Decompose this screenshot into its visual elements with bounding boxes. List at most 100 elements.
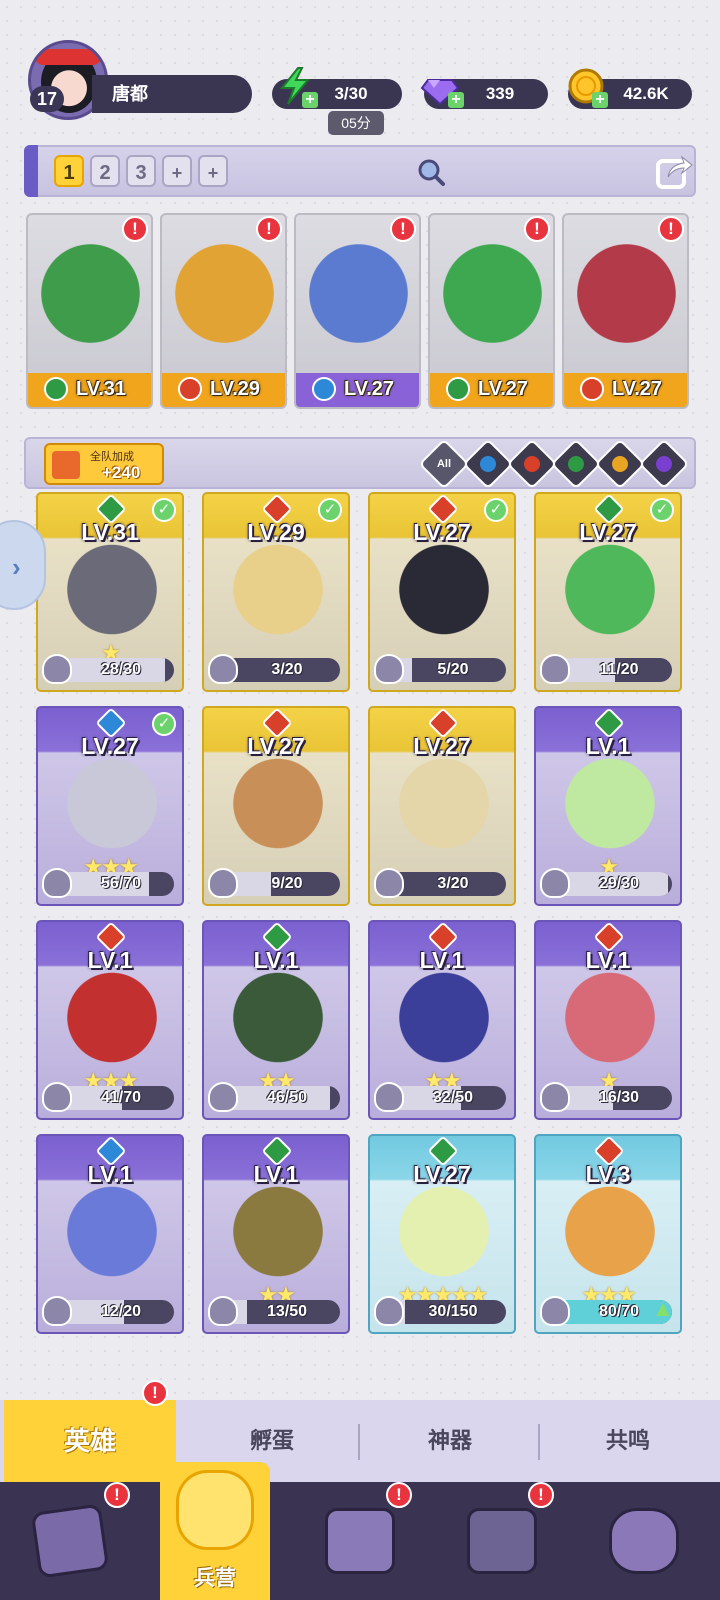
filter-dark[interactable] xyxy=(638,438,690,490)
hero-level: LV.1 xyxy=(585,733,631,759)
hero-portrait xyxy=(306,235,411,365)
fire-element-icon xyxy=(178,377,202,401)
shard-icon xyxy=(208,1296,238,1326)
hero-filter-bar: 全队加成 +240 All xyxy=(24,437,696,490)
filter-light[interactable] xyxy=(594,438,646,490)
hero-portrait xyxy=(52,540,172,650)
energy-timer: 05分 xyxy=(328,111,384,135)
hero-portrait xyxy=(574,235,679,365)
hero-portrait xyxy=(52,754,172,864)
hero-card[interactable]: LV.27 ★★★★★ 30/150 xyxy=(368,1134,516,1334)
hero-level: LV.1 xyxy=(253,1161,299,1187)
filter-all[interactable]: All xyxy=(418,438,470,490)
barracks-sub-tabs: 英雄 ! 孵蛋 神器 共鸣 xyxy=(0,1380,720,1482)
team-slot-level: LV.27 xyxy=(478,378,529,400)
nav-map[interactable] xyxy=(310,1500,410,1590)
map-book-icon xyxy=(325,1508,395,1574)
shard-icon xyxy=(540,654,570,684)
hero-level: LV.1 xyxy=(87,1161,133,1187)
hero-level: LV.1 xyxy=(419,947,465,973)
team-slot-level: LV.27 xyxy=(612,378,663,400)
water-element-icon xyxy=(476,452,500,476)
hero-card[interactable]: LV.3 ★★★ 80/70 ▲ xyxy=(534,1134,682,1334)
team-tab-2[interactable]: 2 xyxy=(90,155,120,187)
hero-card[interactable]: LV.27 11/20 ✓ xyxy=(534,492,682,692)
hero-portrait xyxy=(218,540,338,650)
tab-heroes[interactable]: 英雄 xyxy=(4,1400,176,1482)
hero-card[interactable]: LV.27 9/20 xyxy=(202,706,350,906)
hero-portrait xyxy=(550,968,670,1078)
shard-icon xyxy=(42,1082,72,1112)
team-tab-add-2[interactable]: + xyxy=(198,155,228,187)
nav-barracks-label: 兵营 xyxy=(194,1567,236,1590)
hero-level: LV.29 xyxy=(247,519,305,545)
hero-card[interactable]: LV.27 5/20 ✓ xyxy=(368,492,516,692)
hero-card[interactable]: LV.1 ★★ 13/50 xyxy=(202,1134,350,1334)
share-icon[interactable] xyxy=(654,151,694,191)
team-tab-1[interactable]: 1 xyxy=(54,155,84,187)
nav-shop[interactable] xyxy=(452,1500,552,1590)
team-slot[interactable]: LV.31 xyxy=(26,213,153,409)
filter-wind[interactable] xyxy=(550,438,602,490)
nav-map-alert: ! xyxy=(386,1482,412,1508)
team-bonus-badge[interactable]: 全队加成 +240 xyxy=(44,443,164,485)
in-team-check-icon: ✓ xyxy=(152,498,176,522)
team-slot-level: LV.27 xyxy=(344,378,395,400)
hero-card[interactable]: LV.1 ★ 29/30 xyxy=(534,706,682,906)
hero-portrait xyxy=(384,754,504,864)
in-team-check-icon: ✓ xyxy=(152,712,176,736)
nav-cards[interactable] xyxy=(20,1500,120,1590)
hero-card[interactable]: LV.1 ★★★ 41/70 xyxy=(36,920,184,1120)
team-slot[interactable]: LV.27 xyxy=(562,213,689,409)
team-tab-add-1[interactable]: + xyxy=(162,155,192,187)
chevron-right-icon: › xyxy=(12,552,21,582)
fist-icon xyxy=(176,1470,254,1550)
hero-portrait xyxy=(550,1182,670,1292)
hero-portrait xyxy=(38,235,143,365)
hero-level: LV.1 xyxy=(585,947,631,973)
add-gems-button[interactable]: + xyxy=(448,92,464,108)
filter-water[interactable] xyxy=(462,438,514,490)
shard-icon xyxy=(42,1296,72,1326)
search-icon[interactable] xyxy=(416,157,446,187)
team-slot[interactable]: LV.29 xyxy=(160,213,287,409)
nav-barracks[interactable]: 兵营 xyxy=(160,1462,270,1600)
hero-portrait xyxy=(550,540,670,650)
hero-card[interactable]: LV.1 ★★ 32/50 xyxy=(368,920,516,1120)
shard-icon xyxy=(42,868,72,898)
hero-card[interactable]: LV.1 ★★ 46/50 xyxy=(202,920,350,1120)
in-team-check-icon: ✓ xyxy=(318,498,342,522)
team-slot-level: LV.31 xyxy=(76,378,127,400)
hero-card[interactable]: LV.31 ★ 28/30 ✓ xyxy=(36,492,184,692)
heroes-alert-badge: ! xyxy=(142,1380,168,1406)
hero-card[interactable]: LV.1 12/20 xyxy=(36,1134,184,1334)
nav-guild[interactable] xyxy=(594,1500,694,1590)
hero-card[interactable]: LV.27 3/20 xyxy=(368,706,516,906)
shard-icon xyxy=(374,1296,404,1326)
in-team-check-icon: ✓ xyxy=(484,498,508,522)
hero-card[interactable]: LV.1 ★ 16/30 xyxy=(534,920,682,1120)
sword-icon xyxy=(52,451,80,479)
hero-portrait xyxy=(218,754,338,864)
team-tab-3[interactable]: 3 xyxy=(126,155,156,187)
shard-icon xyxy=(374,654,404,684)
shard-icon xyxy=(540,1082,570,1112)
hero-card[interactable]: LV.27 ★★★ 56/70 ✓ xyxy=(36,706,184,906)
filter-fire[interactable] xyxy=(506,438,558,490)
tab-resonance[interactable]: 共鸣 xyxy=(540,1400,716,1482)
add-energy-button[interactable]: + xyxy=(302,92,318,108)
side-expand-button[interactable]: › xyxy=(0,520,46,610)
shard-icon xyxy=(208,1082,238,1112)
hero-level: LV.27 xyxy=(247,733,305,759)
team-slot[interactable]: LV.27 xyxy=(294,213,421,409)
tab-artifacts[interactable]: 神器 xyxy=(362,1400,538,1482)
hero-level: LV.1 xyxy=(87,947,133,973)
hero-portrait xyxy=(218,968,338,1078)
wind-element-icon xyxy=(44,377,68,401)
hero-card[interactable]: LV.29 3/20 ✓ xyxy=(202,492,350,692)
add-coins-button[interactable]: + xyxy=(592,92,608,108)
team-slot-alert: ! xyxy=(524,216,550,242)
team-slot[interactable]: LV.27 xyxy=(428,213,555,409)
team-slot-alert: ! xyxy=(658,216,684,242)
gems-value: 339 xyxy=(485,84,515,103)
